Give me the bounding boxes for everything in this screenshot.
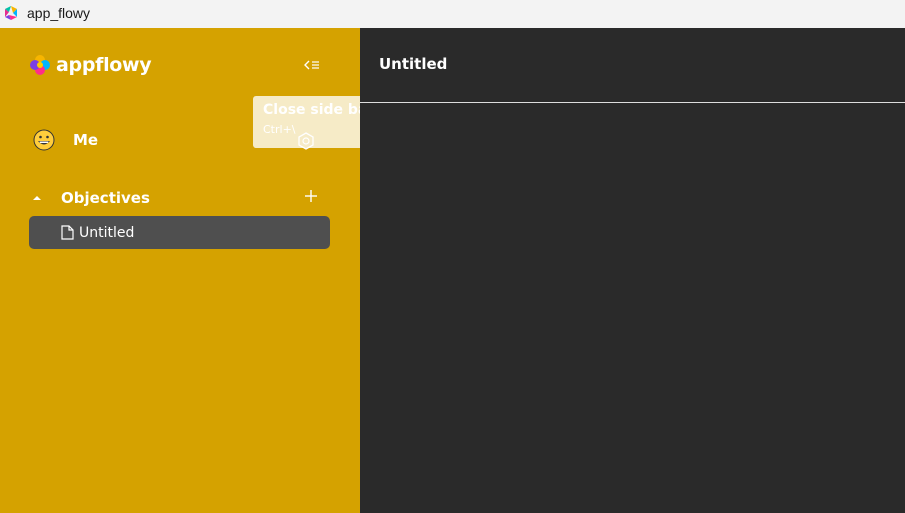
window-title: app_flowy	[27, 5, 91, 21]
tooltip-title: Close side bar	[263, 102, 375, 118]
page-title: Untitled	[379, 55, 448, 73]
document-icon	[61, 225, 74, 240]
appflowy-logo: appflowy	[29, 54, 152, 76]
window-titlebar: app_flowy	[0, 0, 905, 28]
appflowy-logo-icon	[5, 6, 17, 20]
user-name: Me	[73, 131, 99, 149]
user-profile[interactable]: Me	[33, 129, 98, 151]
sidebar: appflowy Close side bar Ctrl+\ Me Object…	[0, 28, 374, 513]
main-content: Untitled	[360, 28, 905, 513]
tooltip-shortcut: Ctrl+\	[263, 123, 296, 136]
plus-icon	[305, 190, 317, 202]
page-item-untitled[interactable]: Untitled	[29, 216, 330, 249]
collapse-sidebar-icon	[304, 60, 319, 70]
hexagon-icon	[298, 132, 314, 150]
grinning-emoji-icon	[33, 129, 55, 151]
appflowy-logo-icon	[30, 55, 50, 75]
section-objectives[interactable]: Objectives	[33, 188, 323, 208]
page-label: Untitled	[79, 224, 135, 241]
caret-up-icon[interactable]	[33, 193, 43, 203]
main-header: Untitled	[360, 28, 905, 103]
section-label: Objectives	[61, 189, 150, 207]
close-sidebar-tooltip: Close side bar Ctrl+\	[253, 96, 375, 150]
collapse-sidebar-button[interactable]	[301, 56, 323, 74]
add-page-button[interactable]	[305, 186, 317, 207]
logo-text: appflowy	[56, 54, 152, 76]
